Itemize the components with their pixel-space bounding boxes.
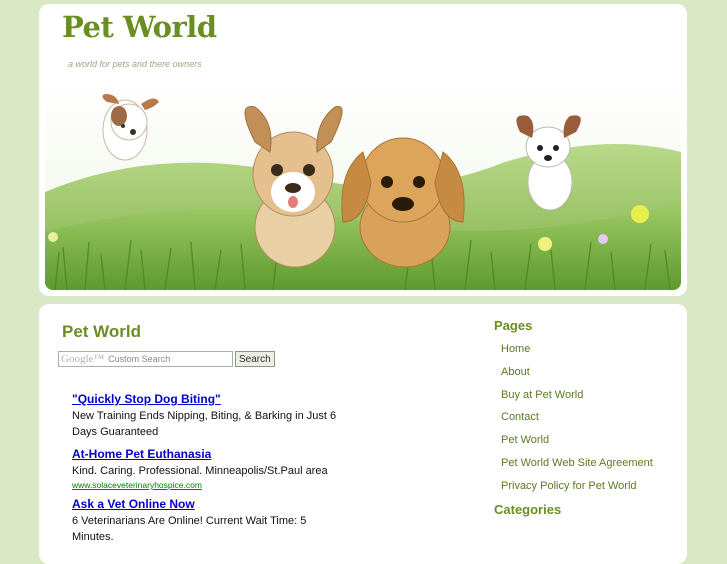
ad-item: Ask a Vet Online Now 6 Veterinarians Are… [72, 497, 342, 545]
page-link-home[interactable]: Home [501, 341, 674, 357]
ad-list: "Quickly Stop Dog Biting" New Training E… [72, 392, 342, 545]
ad-url-link[interactable]: www.solaceveterinaryhospice.com [72, 479, 342, 491]
google-logo: Google™ [61, 353, 105, 365]
custom-search-form: Google™ Custom Search Search [58, 351, 275, 367]
pages-list: Home About Buy at Pet World Contact Pet … [494, 341, 674, 494]
page-link-pet-world[interactable]: Pet World [501, 432, 674, 448]
ad-item: "Quickly Stop Dog Biting" New Training E… [72, 392, 342, 447]
ad-item: At-Home Pet Euthanasia Kind. Caring. Pro… [72, 447, 342, 497]
pages-heading: Pages [494, 318, 533, 333]
page-link-privacy[interactable]: Privacy Policy for Pet World [501, 478, 674, 494]
ad-title-link[interactable]: Ask a Vet Online Now [72, 497, 342, 512]
page-link-agreement[interactable]: Pet World Web Site Agreement [501, 455, 674, 471]
header-banner-image [45, 82, 681, 290]
search-input[interactable]: Google™ Custom Search [58, 351, 233, 367]
site-title[interactable]: Pet World [62, 10, 217, 44]
page-link-about[interactable]: About [501, 364, 674, 380]
header: Pet World a world for pets and there own… [39, 4, 687, 296]
search-placeholder: Custom Search [108, 354, 171, 364]
page-link-contact[interactable]: Contact [501, 409, 674, 425]
ad-title-link[interactable]: "Quickly Stop Dog Biting" [72, 392, 342, 407]
content-area: Pet World Google™ Custom Search Search "… [39, 304, 687, 564]
ad-text: 6 Veterinarians Are Online! Current Wait… [72, 515, 307, 543]
search-button[interactable]: Search [235, 351, 275, 367]
ad-title-link[interactable]: At-Home Pet Euthanasia [72, 447, 342, 462]
site-tagline: a world for pets and there owners [68, 59, 202, 69]
categories-heading: Categories [494, 501, 562, 517]
sidebar: Pages Home About Buy at Pet World Contac… [494, 318, 674, 517]
page-link-buy[interactable]: Buy at Pet World [501, 387, 674, 403]
ad-text: Kind. Caring. Professional. Minneapolis/… [72, 465, 328, 477]
ad-text: New Training Ends Nipping, Biting, & Bar… [72, 410, 337, 438]
page-heading: Pet World [62, 322, 142, 341]
